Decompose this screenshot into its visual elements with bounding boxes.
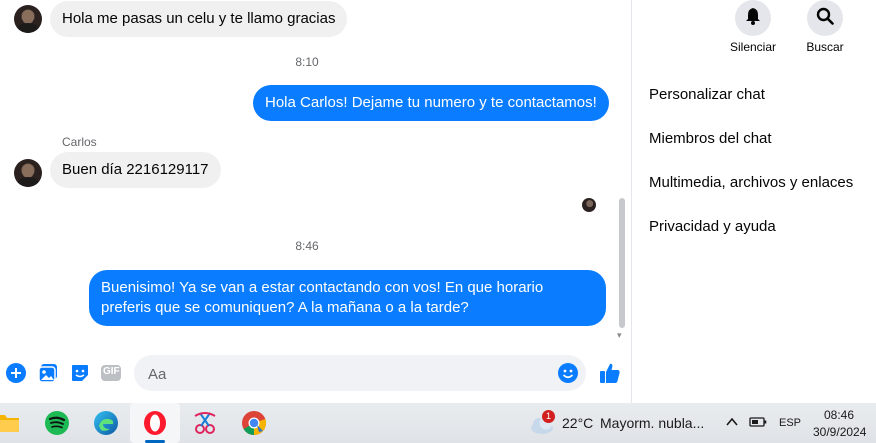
message-input-box[interactable] [134,355,586,393]
emoji-icon[interactable] [558,363,578,383]
search-label: Buscar [806,40,844,54]
language-indicator[interactable]: ESP [779,417,801,429]
image-icon[interactable] [37,362,59,384]
clock-time[interactable]: 08:46 [824,408,854,422]
scroll-down-arrow-icon[interactable]: ▾ [617,330,622,341]
sticker-icon[interactable] [69,362,91,384]
like-icon[interactable] [598,361,622,385]
message-incoming[interactable]: Hola me pasas un celu y te llamo gracias [50,1,348,37]
plus-icon[interactable] [5,362,27,384]
message-timestamp: 8:10 [295,55,319,69]
gif-icon[interactable]: GIF [100,362,122,384]
chat-area: Hola me pasas un celu y te llamo gracias… [0,0,631,352]
clock-date[interactable]: 30/9/2024 [813,425,866,439]
spotify-icon[interactable] [41,407,73,439]
snipping-tool-icon[interactable] [189,407,221,439]
battery-icon[interactable] [749,415,767,429]
search-icon [816,7,834,30]
sender-name: Carlos [62,135,97,149]
chrome-icon[interactable] [238,407,270,439]
weather-description[interactable]: Mayorm. nubla... [600,415,704,431]
windows-taskbar: 1 22°C Mayorm. nubla... ESP 08:46 30/9/2… [0,403,876,443]
mute-button[interactable] [735,0,771,36]
message-outgoing[interactable]: Buenisimo! Ya se van a estar contactando… [89,270,606,326]
menu-customize-chat[interactable]: Personalizar chat [649,86,765,103]
message-composer: GIF [0,352,631,403]
seen-avatar-indicator [582,198,596,212]
file-explorer-icon[interactable] [0,407,24,439]
chat-scrollbar[interactable] [619,198,625,328]
message-timestamp: 8:46 [295,239,319,253]
weather-temperature[interactable]: 22°C [562,415,593,431]
menu-media-files-links[interactable]: Multimedia, archivos y enlaces [649,174,853,191]
menu-chat-members[interactable]: Miembros del chat [649,130,772,147]
chevron-up-icon[interactable] [725,415,739,429]
search-button[interactable] [807,0,843,36]
message-input[interactable] [146,355,550,393]
edge-icon[interactable] [90,407,122,439]
opera-icon[interactable] [139,407,171,439]
contact-avatar[interactable] [14,159,42,187]
gif-label: GIF [103,366,120,377]
contact-avatar[interactable] [14,5,42,33]
message-outgoing[interactable]: Hola Carlos! Dejame tu numero y te conta… [253,85,609,121]
message-incoming[interactable]: Buen día 2216129117 [50,152,221,188]
bell-icon [744,7,762,30]
mute-label: Silenciar [729,40,777,54]
menu-privacy-help[interactable]: Privacidad y ayuda [649,218,776,235]
weather-notification-badge: 1 [542,410,555,423]
chat-info-panel: Silenciar Buscar Personalizar chat Miemb… [632,0,876,403]
